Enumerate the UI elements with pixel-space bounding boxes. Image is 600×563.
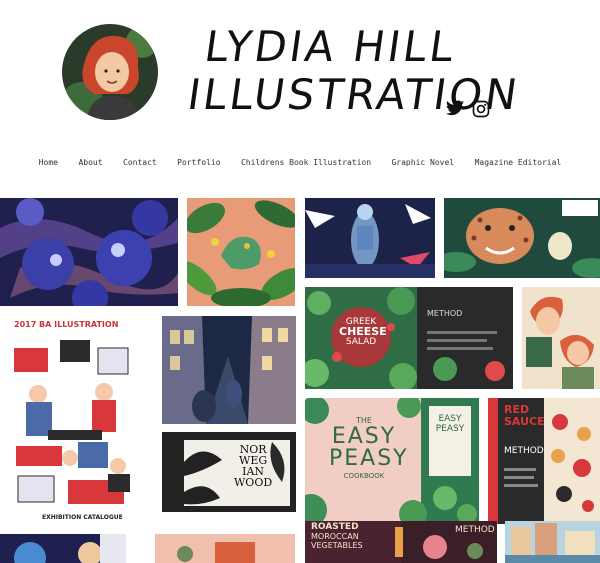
roasted-line1: ROASTED bbox=[311, 522, 359, 532]
easy-peasy-peasy: PEASY bbox=[329, 446, 409, 471]
greek-line2: CHEESE bbox=[339, 325, 387, 338]
ba-catalogue-title: 2017 BA ILLUSTRATION bbox=[14, 320, 119, 329]
greek-method-heading: METHOD bbox=[427, 309, 463, 318]
gallery-tile-blue-creatures[interactable] bbox=[0, 198, 178, 306]
nav-home[interactable]: Home bbox=[39, 158, 58, 167]
nav-about[interactable]: About bbox=[78, 158, 102, 167]
greek-line3: SALAD bbox=[345, 337, 377, 347]
gallery-tile-street-scene[interactable] bbox=[162, 316, 296, 424]
social-links bbox=[446, 100, 490, 123]
roasted-method: METHOD bbox=[455, 525, 495, 535]
main-nav: Home About Contact Portfolio Childrens B… bbox=[0, 152, 600, 170]
site-logo-title[interactable]: LYDIA HILL bbox=[202, 22, 460, 71]
instagram-icon[interactable] bbox=[472, 100, 490, 123]
gallery-tile-norwegian-wood[interactable]: NOR WEG IAN WOOD bbox=[162, 432, 296, 512]
roasted-line3: VEGETABLES bbox=[311, 541, 363, 550]
nav-graphic-novel[interactable]: Graphic Novel bbox=[391, 158, 454, 167]
roasted-line2: MOROCCAN bbox=[311, 532, 359, 541]
ba-catalogue-subtitle: EXHIBITION CATALOGUE bbox=[42, 514, 123, 521]
gallery-tile-greek-salad[interactable]: GREEK CHEESE SALAD METHOD bbox=[305, 287, 513, 389]
easy-peasy-cookbook: COOKBOOK bbox=[343, 472, 385, 480]
easy-peasy-easy: EASY bbox=[331, 424, 397, 449]
gallery-tile-portraits[interactable] bbox=[522, 287, 600, 389]
nav-contact[interactable]: Contact bbox=[123, 158, 157, 167]
gallery-tile-iguana-jungle[interactable] bbox=[187, 198, 295, 306]
gallery-tile-bottom-pink[interactable] bbox=[155, 534, 295, 563]
avatar[interactable] bbox=[62, 24, 158, 120]
gallery-tile-easy-peasy[interactable]: THE EASY PEASY COOKBOOK EASY PEASY bbox=[305, 398, 479, 524]
gallery-tile-xray-figure[interactable] bbox=[305, 198, 435, 278]
nav-magazine-editorial[interactable]: Magazine Editorial bbox=[475, 158, 562, 167]
gallery-tile-roasted-vegetables[interactable]: ROASTED MOROCCAN VEGETABLES METHOD bbox=[305, 521, 497, 563]
gallery-tile-ba-catalogue[interactable]: 2017 BA ILLUSTRATION EXHIBITION CATALOGU… bbox=[0, 316, 150, 526]
gallery-tile-bottom-blue[interactable] bbox=[0, 534, 126, 563]
nav-portfolio[interactable]: Portfolio bbox=[177, 158, 220, 167]
nav-childrens-book[interactable]: Childrens Book Illustration bbox=[241, 158, 371, 167]
red-sauce-line2: SAUCE bbox=[504, 415, 545, 428]
gallery-tile-canal[interactable] bbox=[505, 521, 600, 563]
small-easy: EASY bbox=[438, 414, 462, 424]
red-sauce-method: METHOD bbox=[504, 446, 544, 456]
gallery-tile-leopard[interactable] bbox=[444, 198, 600, 278]
gallery-tile-red-sauce[interactable]: RED SAUCE METHOD bbox=[488, 398, 600, 524]
norwegian-line4: WOOD bbox=[234, 476, 273, 489]
small-peasy: PEASY bbox=[435, 424, 465, 434]
twitter-icon[interactable] bbox=[446, 100, 464, 123]
